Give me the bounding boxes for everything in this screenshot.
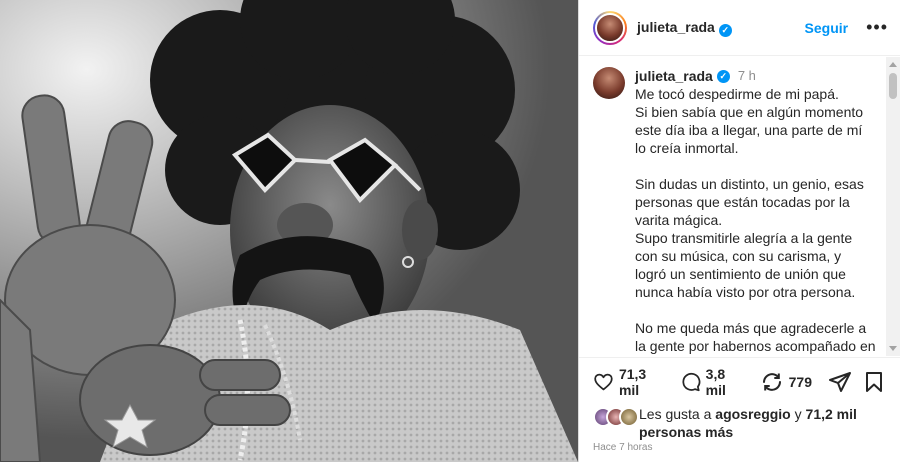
likes-prefix: Les gusta a xyxy=(639,406,716,422)
comment-button[interactable]: 3,8 mil xyxy=(680,366,744,398)
liker-username[interactable]: agosreggio xyxy=(715,406,790,422)
caption-paragraph-2: Sin dudas un distinto, un genio, esas pe… xyxy=(635,176,864,300)
likes-summary: Les gusta a agosreggio y 71,2 mil person… xyxy=(593,405,886,441)
author-username-text[interactable]: julieta_rada xyxy=(637,19,715,35)
action-bar: 71,3 mil 3,8 mil 779 xyxy=(579,357,900,405)
caption-body: julieta_rada ✓ 7 h Me tocó despedirme de… xyxy=(635,67,876,356)
follow-button[interactable]: Seguir xyxy=(805,20,849,36)
caption-scroll-area[interactable]: julieta_rada ✓ 7 h Me tocó despedirme de… xyxy=(579,57,900,356)
scroll-thumb[interactable] xyxy=(889,73,897,99)
save-button[interactable] xyxy=(862,370,886,394)
likers-facepile[interactable] xyxy=(593,407,639,427)
likes-count[interactable]: 71,3 mil xyxy=(619,366,664,398)
scroll-down-arrow-icon[interactable] xyxy=(889,346,897,351)
caption-scrollbar[interactable] xyxy=(886,57,900,356)
like-button[interactable]: 71,3 mil xyxy=(593,366,664,398)
more-options-icon[interactable]: ••• xyxy=(866,17,888,38)
author-username[interactable]: julieta_rada ✓ xyxy=(637,19,732,37)
repost-icon xyxy=(762,372,781,391)
liker-avatar xyxy=(619,407,639,427)
caption-header: julieta_rada ✓ 7 h xyxy=(635,67,876,85)
photo-illustration xyxy=(0,0,578,462)
heart-icon xyxy=(594,373,613,390)
caption-comment: julieta_rada ✓ 7 h Me tocó despedirme de… xyxy=(593,67,876,356)
repost-button[interactable]: 779 xyxy=(760,370,812,394)
author-avatar[interactable] xyxy=(593,10,627,45)
comments-count[interactable]: 3,8 mil xyxy=(706,366,744,398)
caption-username[interactable]: julieta_rada xyxy=(635,67,713,85)
post-timestamp[interactable]: Hace 7 horas xyxy=(593,442,652,453)
post-header: julieta_rada ✓ Seguir ••• xyxy=(579,0,900,56)
caption-paragraph-3: No me queda más que agradecerle a la gen… xyxy=(635,320,876,354)
likes-text: Les gusta a agosreggio y 71,2 mil person… xyxy=(639,405,886,441)
likes-middle: y xyxy=(790,406,806,422)
bookmark-icon xyxy=(866,371,882,392)
comment-icon xyxy=(682,372,701,391)
share-icon xyxy=(829,371,851,392)
verified-badge-icon: ✓ xyxy=(718,23,732,37)
scroll-up-arrow-icon[interactable] xyxy=(889,62,897,67)
caption-verified-icon: ✓ xyxy=(716,69,730,83)
share-button[interactable] xyxy=(828,370,852,394)
post-side-panel: julieta_rada ✓ Seguir ••• julieta_rada ✓ … xyxy=(578,0,900,462)
caption-avatar[interactable] xyxy=(593,67,625,99)
caption-paragraph-1: Me tocó despedirme de mi papá. Si bien s… xyxy=(635,86,864,156)
caption-time[interactable]: 7 h xyxy=(738,67,756,85)
reposts-count[interactable]: 779 xyxy=(789,374,812,390)
post-photo[interactable] xyxy=(0,0,578,462)
